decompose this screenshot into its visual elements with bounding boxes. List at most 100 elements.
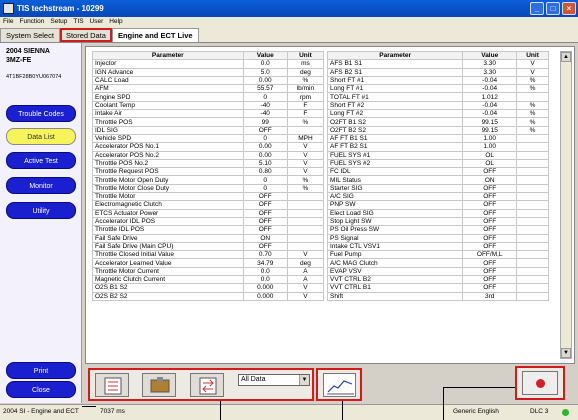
table-row[interactable]: A/C MAG Clutch OFF xyxy=(326,258,549,268)
table-row[interactable]: Fail Safe Drive (Main CPU) OFF xyxy=(92,241,325,252)
menu-tis[interactable]: TIS xyxy=(70,17,86,27)
table-row[interactable]: Injector 0.0 ms xyxy=(92,59,325,69)
cell-param: FC IDL xyxy=(326,167,464,177)
table-row[interactable]: VVT CTRL B1 OFF xyxy=(326,283,549,293)
table-row[interactable]: Throttle Request POS 0.80 V xyxy=(92,167,325,177)
chevron-down-icon[interactable]: ▼ xyxy=(299,375,309,385)
table-row[interactable]: Throttle Motor Current 0.0 A xyxy=(92,266,325,277)
table-row[interactable]: Throttle IDL POS OFF xyxy=(92,225,325,235)
snapshot-button[interactable] xyxy=(142,373,176,397)
table-row[interactable]: AF FT B2 S1 1.00 xyxy=(326,142,549,152)
table-row[interactable]: Vehicle SPD 0 MPH xyxy=(92,133,325,144)
maximize-button[interactable]: □ xyxy=(546,2,560,15)
table-row[interactable]: PNP SW OFF xyxy=(326,200,549,210)
menu-user[interactable]: User xyxy=(87,17,107,27)
table-row[interactable]: Shift 3rd xyxy=(326,291,549,301)
tab-engine-ect-live[interactable]: Engine and ECT Live xyxy=(111,28,199,42)
table-row[interactable]: ETCS Actuator Power OFF xyxy=(92,208,325,218)
table-row[interactable]: Accelerator IDL POS OFF xyxy=(92,216,325,227)
scroll-up-icon[interactable]: ▲ xyxy=(561,52,571,62)
table-row[interactable]: Throttle Motor Open Duty 0% xyxy=(92,175,325,185)
header-parameter[interactable]: Parameter xyxy=(92,50,244,61)
table-row[interactable]: Elect Load SIG OFF xyxy=(326,208,549,218)
table-row[interactable]: Intake CTL VSV1 OFF xyxy=(326,241,549,252)
monitor-button[interactable]: Monitor xyxy=(6,177,76,194)
cell-value: 0 xyxy=(242,133,288,144)
table-row[interactable]: Throttle POS 99% xyxy=(92,117,325,127)
table-row[interactable]: FC IDL OFF xyxy=(326,167,549,177)
cell-param: O2FT B2 S2 xyxy=(326,125,464,135)
table-row[interactable]: AFM 55.57 lb/min xyxy=(92,84,325,94)
menu-function[interactable]: Function xyxy=(16,17,47,27)
table-row[interactable]: Short FT #1 -0.04% xyxy=(326,75,549,86)
table-row[interactable]: CALC Load 0.00% xyxy=(92,75,325,86)
table-row[interactable]: Accelerator POS No.1 0.00 V xyxy=(92,142,325,152)
record-button[interactable] xyxy=(522,371,558,395)
table-row[interactable]: O2S B2 S2 0.000 V xyxy=(92,291,325,301)
table-row[interactable]: AFS B1 S1 3.30 V xyxy=(326,59,549,69)
table-row[interactable]: Intake Air -40 F xyxy=(92,109,325,119)
active-test-button[interactable]: Active Test xyxy=(6,152,76,169)
table-row[interactable]: Electromagnetic Clutch OFF xyxy=(92,200,325,210)
table-row[interactable]: O2FT B2 S2 99.15% xyxy=(326,125,549,135)
minimize-button[interactable]: _ xyxy=(530,2,544,15)
table-row[interactable]: Accelerator Learned Value 34.79 deg xyxy=(92,258,325,268)
tab-system-select[interactable]: System Select xyxy=(0,28,60,42)
trouble-codes-button[interactable]: Trouble Codes xyxy=(6,105,76,122)
print-button[interactable]: Print xyxy=(6,362,76,379)
table-row[interactable]: Accelerator POS No.2 0.00 V xyxy=(92,150,325,160)
menu-help[interactable]: Help xyxy=(106,17,125,27)
table-row[interactable]: PS Signal OFF xyxy=(326,233,549,243)
vertical-scrollbar[interactable]: ▲ ▼ xyxy=(560,51,572,359)
data-list-button[interactable]: Data List xyxy=(6,128,76,145)
cell-value: OFF xyxy=(462,225,518,235)
table-row[interactable]: FUEL SYS #2 OL xyxy=(326,158,549,169)
table-row[interactable]: Coolant Temp -40 F xyxy=(92,100,325,111)
table-row[interactable]: O2FT B1 S2 99.15% xyxy=(326,117,549,127)
table-row[interactable]: Long FT #2 -0.04% xyxy=(326,109,549,119)
table-row[interactable]: IGN Advance 5.0 deg xyxy=(92,67,325,77)
data-filter-select[interactable]: All Data ▼ xyxy=(238,374,310,386)
table-row[interactable]: Fuel Pump OFF/M,L xyxy=(326,250,549,260)
table-row[interactable]: Throttle Motor Close Duty 0% xyxy=(92,183,325,194)
scroll-down-icon[interactable]: ▼ xyxy=(561,348,571,358)
close-window-button[interactable]: × xyxy=(562,2,576,15)
table-row[interactable]: Throttle Motor OFF xyxy=(92,192,325,202)
table-row[interactable]: Starter SIG OFF xyxy=(326,183,549,194)
cell-unit xyxy=(516,291,549,301)
table-row[interactable]: FUEL SYS #1 OL xyxy=(326,150,549,160)
table-row[interactable]: Throttle POS No.2 5.10 V xyxy=(92,158,325,169)
sort-button[interactable] xyxy=(190,373,224,397)
table-row[interactable]: Short FT #2 -0.04% xyxy=(326,100,549,111)
menu-file[interactable]: File xyxy=(0,17,16,27)
tab-stored-data[interactable]: Stored Data xyxy=(59,28,112,42)
table-row[interactable]: Stop Light SW OFF xyxy=(326,216,549,227)
utility-button[interactable]: Utility xyxy=(6,202,76,219)
table-row[interactable]: PS Oil Press SW OFF xyxy=(326,225,549,235)
graph-button[interactable] xyxy=(323,373,356,397)
table-row[interactable]: Engine SPD 0 rpm xyxy=(92,92,325,102)
table-row[interactable]: Fail Safe Drive ON xyxy=(92,233,325,243)
menu-setup[interactable]: Setup xyxy=(47,17,70,27)
header-value[interactable]: Value xyxy=(242,50,288,61)
table-row[interactable]: A/C SIG OFF xyxy=(326,192,549,202)
table-row[interactable]: TOTAL FT #1 1.012 xyxy=(326,92,549,102)
cell-param: Elect Load SIG xyxy=(326,208,464,218)
header-unit[interactable]: Unit xyxy=(286,50,325,61)
table-row[interactable]: Magnetic Clutch Current 0.0 A xyxy=(92,274,325,285)
table-row[interactable]: VVT CTRL B2 OFF xyxy=(326,274,549,285)
header-parameter[interactable]: Parameter xyxy=(326,50,464,61)
header-unit[interactable]: Unit xyxy=(516,50,549,61)
table-row[interactable]: AF FT B1 S1 1.00 xyxy=(326,133,549,144)
data-table-left: Parameter Value Unit Injector 0.0 ms IGN Ad… xyxy=(92,50,325,301)
table-row[interactable]: AFS B2 S1 3.30 V xyxy=(326,67,549,77)
table-row[interactable]: MIL Status ON xyxy=(326,175,549,185)
select-parameters-button[interactable] xyxy=(95,373,129,397)
close-button[interactable]: Close xyxy=(6,381,76,398)
table-row[interactable]: Long FT #1 -0.04% xyxy=(326,84,549,94)
table-row[interactable]: IDL SIG OFF xyxy=(92,125,325,135)
table-row[interactable]: O2S B1 S2 0.000 V xyxy=(92,283,325,293)
table-row[interactable]: EVAP VSV OFF xyxy=(326,266,549,277)
table-row[interactable]: Throttle Closed Initial Value 0.70 V xyxy=(92,250,325,260)
header-value[interactable]: Value xyxy=(462,50,518,61)
